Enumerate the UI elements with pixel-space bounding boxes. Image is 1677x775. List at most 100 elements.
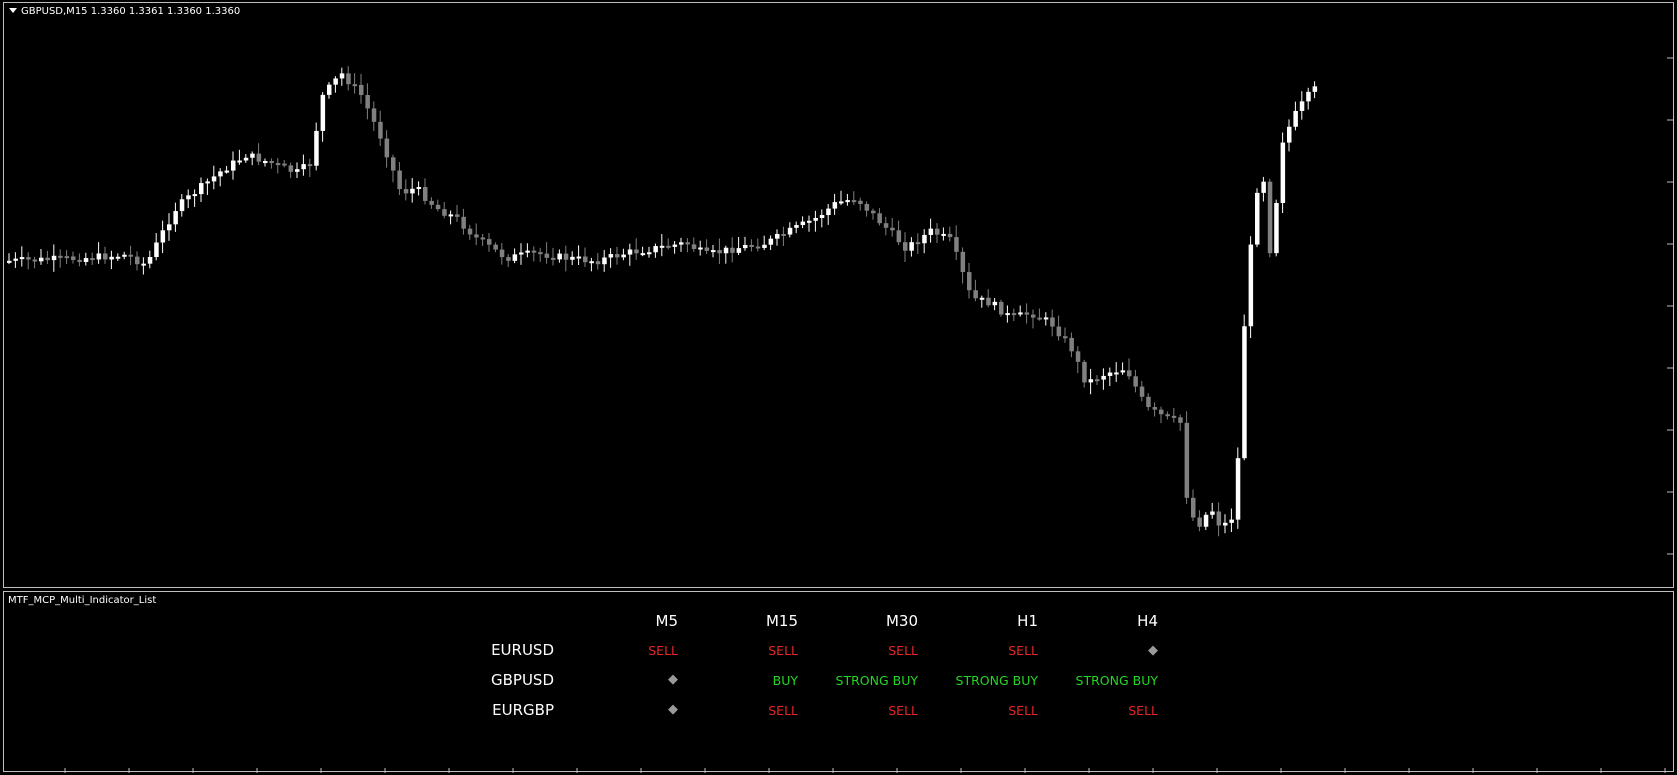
candle-body — [141, 263, 146, 266]
candle-body — [1178, 417, 1183, 423]
candle-body — [1024, 312, 1030, 315]
candle-body — [1159, 409, 1164, 415]
candle-body — [487, 239, 492, 245]
candle-body — [800, 221, 806, 226]
candle-body — [1223, 522, 1228, 526]
candle-body — [608, 254, 614, 258]
timeframe-header-h4: H4 — [1137, 612, 1158, 630]
signal-cell: SELL — [1008, 703, 1038, 718]
candle-body — [461, 216, 466, 229]
candle-body — [877, 213, 882, 224]
candle-body — [749, 244, 754, 247]
candle-body — [90, 258, 95, 261]
candle-body — [851, 200, 857, 203]
candle-body — [595, 261, 601, 265]
signal-cell: SELL — [768, 643, 798, 658]
candle-body — [506, 257, 511, 261]
candle-body — [653, 246, 658, 253]
candle-body — [973, 290, 978, 299]
candle-body — [672, 244, 678, 247]
candle-body — [243, 157, 249, 161]
candle-body — [717, 250, 722, 254]
candle-body — [787, 227, 793, 235]
candle-body — [1306, 91, 1311, 102]
candle-body — [563, 253, 569, 260]
candle-body — [275, 163, 281, 166]
candle-body — [1043, 317, 1049, 320]
candle-body — [960, 251, 966, 273]
candle-body — [58, 255, 63, 258]
candle-body — [173, 211, 178, 225]
candle-body — [723, 247, 729, 254]
candle-body — [109, 256, 114, 260]
candle-body — [13, 258, 18, 261]
candle-body — [698, 247, 703, 250]
candle-body — [871, 210, 876, 214]
candle-body — [416, 187, 422, 190]
candle-body — [1171, 415, 1177, 418]
candle-body — [333, 78, 338, 85]
candle-body — [570, 256, 575, 260]
candle-body — [551, 257, 556, 260]
candle-body — [384, 138, 390, 158]
candle-body — [1133, 376, 1138, 387]
signal-cell: SELL — [1008, 643, 1038, 658]
candle-body — [371, 108, 377, 122]
candle-body — [307, 164, 313, 167]
candle-body — [1056, 326, 1062, 337]
candle-body — [71, 256, 76, 260]
candle-body — [237, 160, 242, 163]
candle-body — [621, 254, 626, 258]
candle-body — [1114, 372, 1119, 375]
candle-body — [1101, 375, 1106, 380]
candle-body — [474, 234, 479, 238]
candle-body — [314, 130, 319, 166]
timeframe-header-m30: M30 — [885, 612, 918, 630]
candle-body — [781, 233, 786, 236]
candle-body — [77, 259, 82, 262]
candle-body — [51, 255, 57, 261]
candle-body — [64, 256, 70, 259]
candle-body — [346, 73, 351, 85]
signal-cell: SELL — [888, 703, 918, 718]
candle-body — [186, 195, 191, 200]
candle-body — [352, 84, 358, 87]
candle-body — [1287, 126, 1292, 143]
candle-body — [992, 301, 998, 306]
candle-body — [442, 209, 447, 216]
candle-body — [269, 161, 274, 164]
candle-body — [1216, 511, 1222, 526]
candle-body — [179, 199, 185, 212]
candle-body — [1146, 396, 1151, 408]
candle-body — [224, 170, 230, 173]
chart-window[interactable]: GBPUSD,M15 1.3360 1.3361 1.3360 1.3360 — [3, 2, 1674, 588]
candle-body — [519, 252, 524, 255]
candle-body — [1005, 313, 1010, 316]
candle-body — [1139, 386, 1145, 397]
candle-body — [576, 256, 582, 259]
candle-body — [83, 258, 89, 262]
dropdown-triangle-icon[interactable] — [9, 8, 17, 13]
candle-body — [467, 228, 473, 235]
candle-body — [557, 253, 562, 260]
candle-body — [1127, 370, 1132, 377]
neutral-diamond-icon: ◆ — [1148, 643, 1158, 658]
timeframe-header-m15: M15 — [765, 612, 798, 630]
candle-body — [32, 259, 38, 262]
candle-body — [96, 253, 102, 260]
candle-body — [231, 160, 236, 171]
candle-body — [813, 217, 818, 221]
signal-cell: STRONG BUY — [835, 673, 918, 688]
candle-body — [167, 224, 172, 231]
signal-cell: SELL — [888, 643, 918, 658]
candle-body — [26, 257, 31, 260]
indicator-window[interactable]: MTF_MCP_Multi_Indicator_List M5 M15 M30 … — [3, 591, 1674, 772]
candle-body — [583, 256, 588, 263]
candle-body — [525, 250, 530, 253]
candle-body — [979, 297, 985, 300]
signal-cell: BUY — [772, 673, 798, 688]
candle-body — [903, 242, 908, 251]
candle-body — [615, 254, 620, 258]
candle-body — [768, 238, 774, 245]
signal-cell: STRONG BUY — [955, 673, 1038, 688]
